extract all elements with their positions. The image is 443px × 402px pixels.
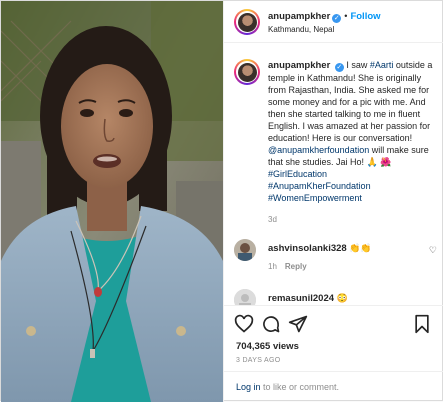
hashtag-women-empowerment[interactable]: #WomenEmpowerment [268,192,438,204]
video-frame-image [1,1,223,402]
caption-text-2: outside a temple in Kathmandu! She is or… [268,60,433,143]
follow-button[interactable]: Follow [350,11,380,22]
share-icon[interactable] [288,314,308,334]
mention-foundation[interactable]: @anupamkherfoundation [268,145,369,155]
caption-verified-badge-icon: ✓ [334,63,344,72]
commenter-avatar[interactable] [234,239,256,261]
comment-username[interactable]: remasunil2024 [268,293,334,304]
instagram-post: anupampkher ✓ • Follow Kathmandu, Nepal anu… [0,0,443,402]
hashtag-girl-education[interactable]: #GirlEducation [268,168,438,180]
hashtag-anupam-kher-foundation[interactable]: #AnupamKherFoundation [268,180,438,192]
comment-icon[interactable] [261,314,281,334]
bookmark-icon[interactable] [412,314,432,334]
post-sidebar: anupampkher ✓ • Follow Kathmandu, Nepal anu… [223,1,443,402]
comment-username[interactable]: ashvinsolanki328 [268,243,347,254]
hashtag-aarti[interactable]: #Aarti [370,60,394,70]
author-line: anupampkher ✓ • Follow [268,11,381,23]
comment-body: remasunil2024 😳 [268,293,348,304]
reply-button[interactable]: Reply [285,262,307,271]
comment-time: 1h [268,262,277,271]
login-prompt-text: to like or comment. [260,382,340,392]
comment-text: 👏👏 [349,243,372,253]
post-caption: anupampkher ✓ I saw #Aarti outside a tem… [268,59,438,204]
post-header: anupampkher ✓ • Follow Kathmandu, Nepal [224,1,443,43]
author-username[interactable]: anupampkher [268,11,330,22]
caption-text-1: I saw [343,60,370,70]
caption-author-avatar[interactable] [234,59,260,85]
author-avatar[interactable] [234,9,260,35]
view-count[interactable]: 704,365 views [236,341,299,352]
comment-meta: 1h Reply [268,262,307,271]
caption-time: 3d [268,215,277,224]
login-prompt: Log in to like or comment. [224,371,443,402]
post-video[interactable] [1,1,223,402]
heart-icon[interactable] [234,314,254,334]
separator-dot: • [344,11,348,21]
comment-body: ashvinsolanki328 👏👏 [268,243,372,254]
comment-text: 😳 [336,293,348,303]
comments-section: anupampkher ✓ I saw #Aarti outside a tem… [224,43,443,305]
post-location[interactable]: Kathmandu, Nepal [268,25,334,34]
comment-like-heart-icon[interactable]: ♡ [429,245,437,256]
action-icons [234,314,434,336]
caption-username[interactable]: anupampkher [268,60,330,71]
login-link[interactable]: Log in [236,382,261,392]
commenter-avatar[interactable] [234,289,256,305]
post-date: 3 DAYS AGO [236,357,281,364]
verified-badge-icon: ✓ [332,14,342,23]
